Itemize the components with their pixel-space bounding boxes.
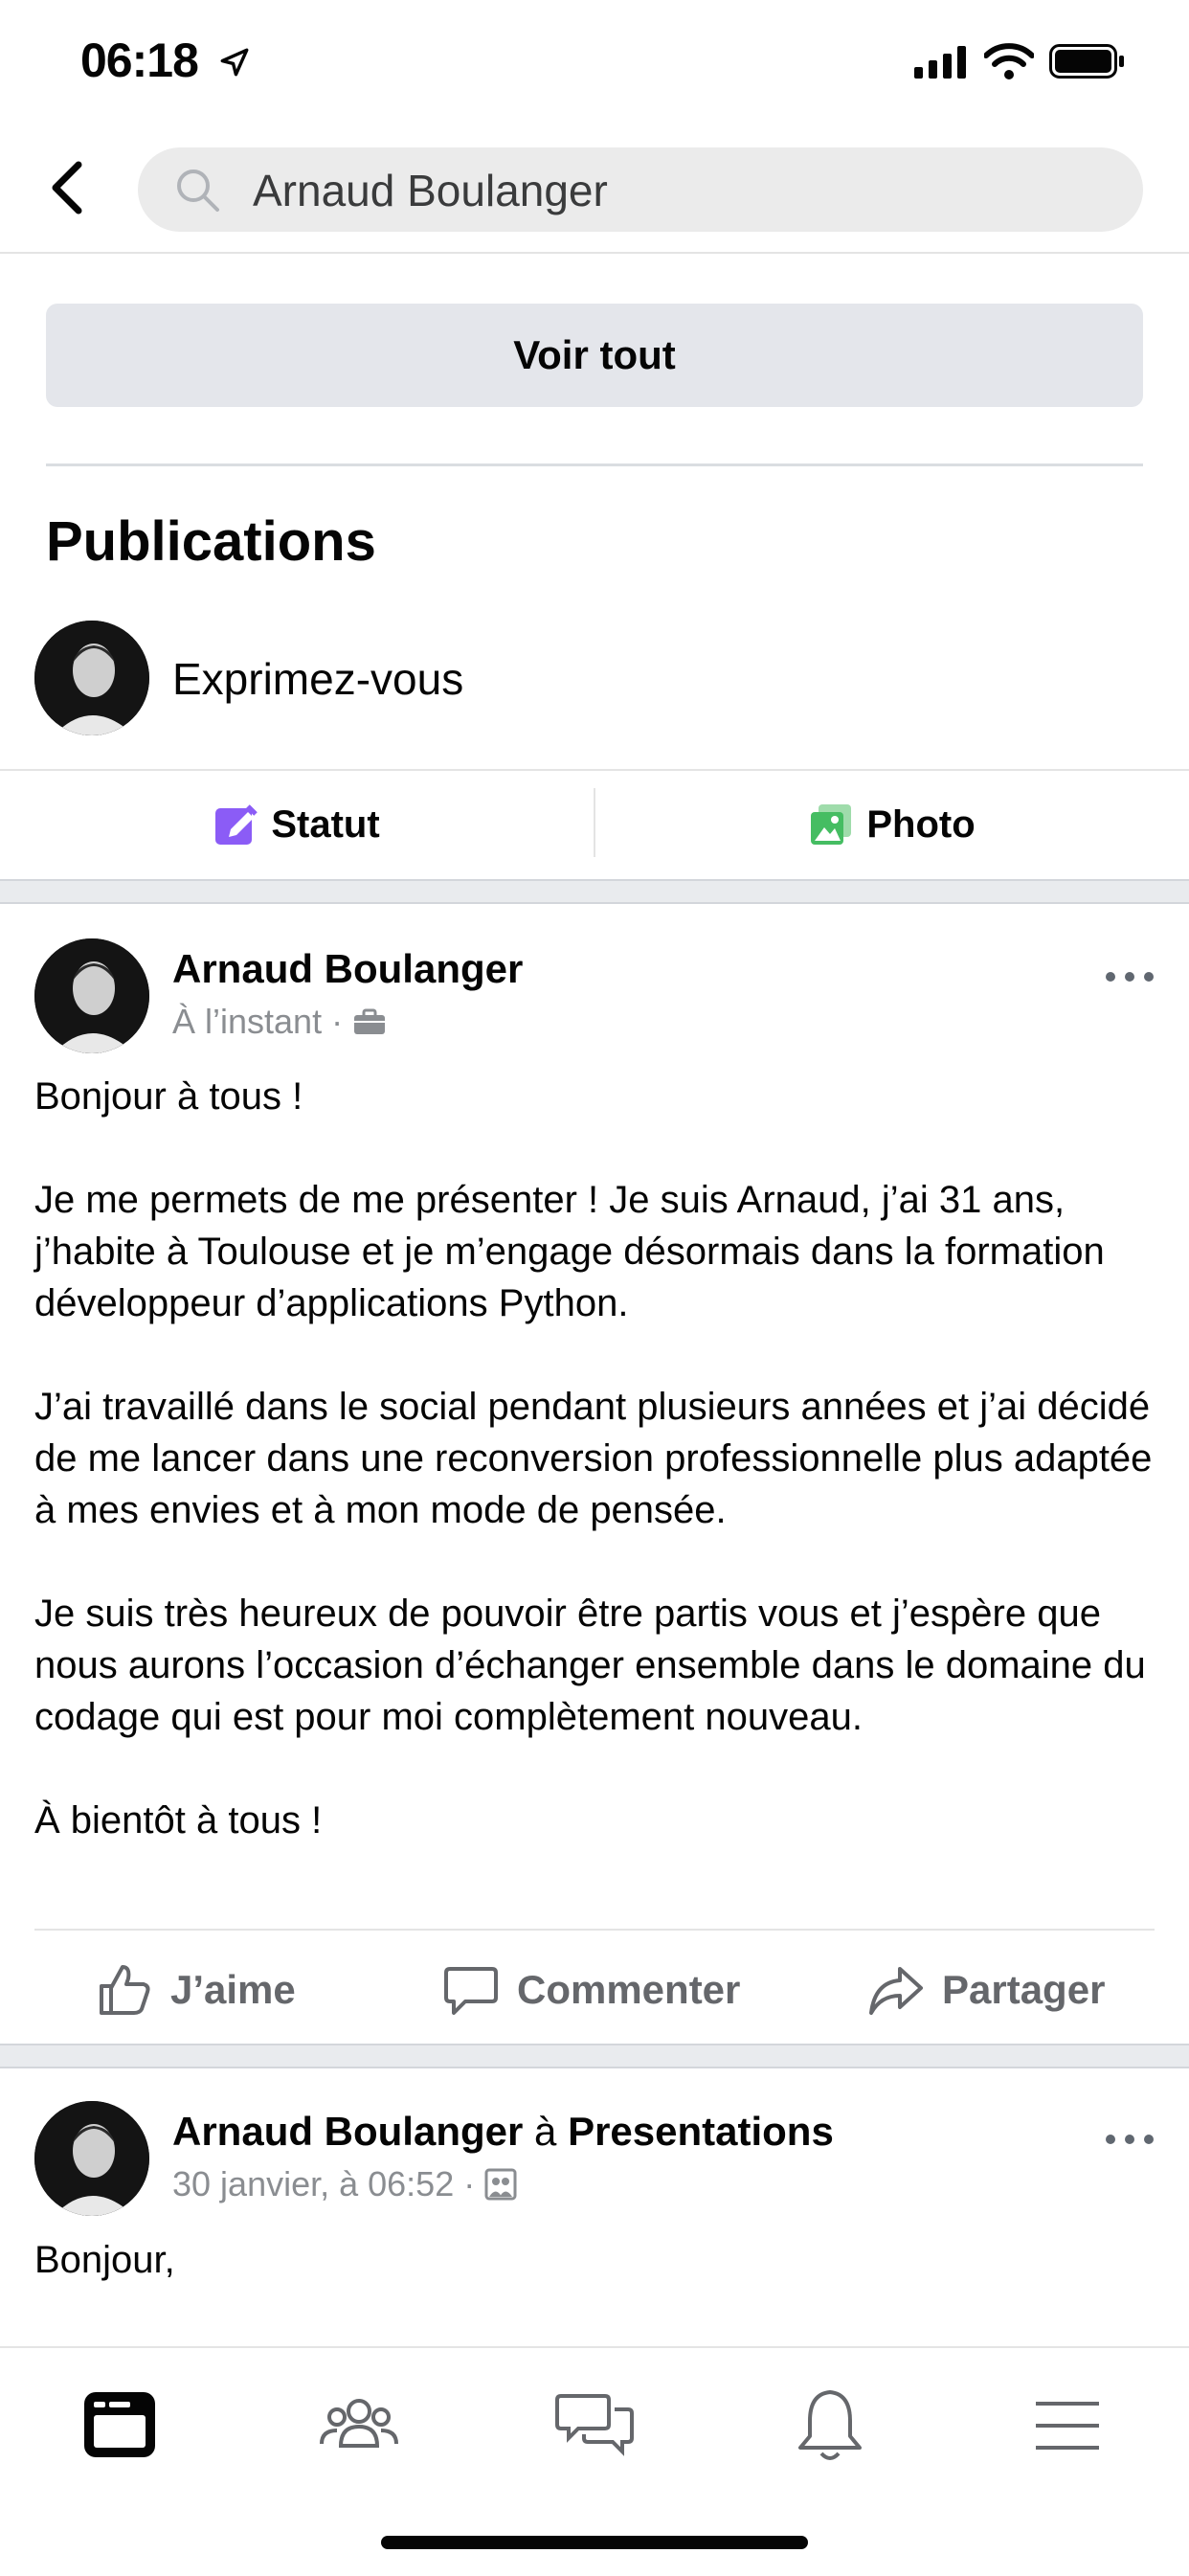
- messages-tab-icon[interactable]: [551, 2383, 638, 2469]
- composer-prompt[interactable]: Exprimez-vous: [172, 653, 463, 705]
- comment-button[interactable]: Commenter: [442, 1932, 740, 2047]
- section-title: Publications: [46, 510, 376, 573]
- post-paragraph: Je suis très heureux de pouvoir être par…: [34, 1593, 1146, 1738]
- search-input[interactable]: Arnaud Boulanger: [138, 147, 1143, 232]
- divider: [34, 1929, 1155, 1931]
- edit-icon: [215, 804, 258, 845]
- post-paragraph: J’ai travaillé dans le social pendant pl…: [34, 1386, 1153, 1531]
- reaction-bar: J’aime Commenter Partager: [0, 1932, 1189, 2047]
- notifications-tab-icon[interactable]: [787, 2383, 873, 2469]
- status-time: 06:18: [80, 34, 199, 87]
- share-label: Partager: [942, 1967, 1106, 2012]
- group-name[interactable]: Presentations: [568, 2109, 834, 2154]
- briefcase-icon: [354, 1008, 386, 1034]
- avatar[interactable]: [34, 938, 149, 1053]
- group-icon: [484, 2168, 517, 2201]
- more-options-icon[interactable]: [1101, 958, 1158, 996]
- news-feed-tab-icon[interactable]: [77, 2383, 163, 2469]
- back-button[interactable]: [46, 159, 90, 216]
- photo-button[interactable]: Photo: [595, 771, 1189, 878]
- feed-separator: [0, 2044, 1189, 2068]
- battery-icon: [1049, 44, 1124, 79]
- author-connector: à: [534, 2109, 557, 2154]
- comment-label: Commenter: [517, 1967, 741, 2012]
- post-paragraph: À bientôt à tous !: [34, 1799, 323, 1842]
- see-all-button[interactable]: Voir tout: [46, 304, 1143, 407]
- post-meta: 30 janvier, à 06:52 ·: [172, 2164, 517, 2204]
- search-query: Arnaud Boulanger: [253, 166, 608, 215]
- photo-icon: [811, 804, 852, 845]
- status-button[interactable]: Statut: [0, 771, 594, 878]
- post-body: Bonjour à tous ! Je me permets de me pré…: [34, 1071, 1155, 1898]
- divider: [46, 463, 1143, 466]
- divider: [0, 252, 1189, 254]
- post-paragraph: Bonjour à tous !: [34, 1075, 303, 1118]
- location-arrow-icon: [220, 48, 249, 77]
- like-button[interactable]: J’aime: [96, 1932, 296, 2047]
- search-icon: [177, 169, 219, 212]
- post-time[interactable]: 30 janvier, à 06:52: [172, 2164, 454, 2204]
- thumbs-up-icon: [100, 1965, 150, 2015]
- comment-icon: [444, 1967, 498, 2015]
- more-options-icon[interactable]: [1101, 2120, 1158, 2158]
- friends-tab-icon[interactable]: [316, 2383, 402, 2469]
- wifi-icon: [984, 43, 1034, 79]
- post-author[interactable]: Arnaud Boulanger: [172, 946, 523, 992]
- author-name[interactable]: Arnaud Boulanger: [172, 2109, 523, 2154]
- like-label: J’aime: [170, 1967, 296, 2012]
- post-paragraph: Je me permets de me présenter ! Je suis …: [34, 1179, 1105, 1324]
- share-button[interactable]: Partager: [867, 1932, 1105, 2047]
- status-label: Statut: [271, 802, 380, 846]
- meta-dot: ·: [463, 2164, 476, 2203]
- avatar[interactable]: [34, 2101, 149, 2216]
- signal-icon: [914, 46, 966, 79]
- menu-tab-icon[interactable]: [1024, 2383, 1110, 2469]
- post-time[interactable]: À l’instant: [172, 1002, 322, 1042]
- share-icon: [869, 1967, 923, 2015]
- meta-dot: ·: [331, 1002, 344, 1041]
- divider: [594, 788, 595, 857]
- feed-separator: [0, 879, 1189, 904]
- avatar[interactable]: [34, 621, 149, 735]
- post-author: Arnaud Boulanger à Presentations: [172, 2109, 834, 2155]
- photo-label: Photo: [866, 802, 976, 846]
- post-meta: À l’instant ·: [172, 1002, 387, 1042]
- home-indicator[interactable]: [381, 2536, 808, 2549]
- post-body: Bonjour,: [34, 2239, 175, 2281]
